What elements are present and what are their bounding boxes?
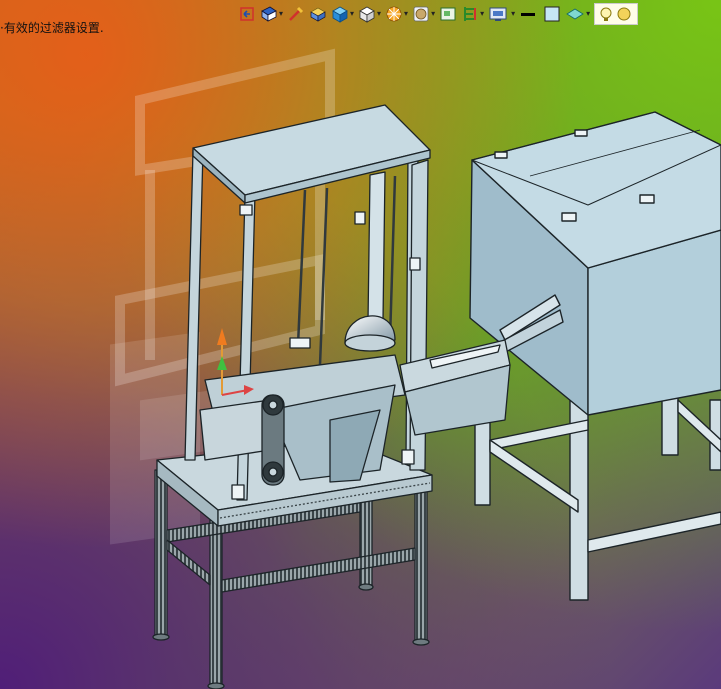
view-orientation-button[interactable]: ▾ bbox=[260, 3, 283, 25]
dynamic-annotation-icon bbox=[310, 7, 326, 22]
edge-color-icon bbox=[544, 6, 560, 22]
line-color-button[interactable] bbox=[519, 3, 539, 25]
shaded-plane-icon bbox=[566, 8, 584, 20]
display-manager-icon bbox=[489, 7, 507, 21]
apply-scene-icon bbox=[413, 6, 429, 22]
dynamic-annotation-button[interactable] bbox=[309, 3, 327, 25]
chevron-down-icon: ▾ bbox=[480, 9, 485, 18]
chevron-down-icon: ▾ bbox=[350, 9, 355, 18]
view-settings-button[interactable] bbox=[439, 3, 457, 25]
chevron-down-icon: ▾ bbox=[511, 9, 516, 18]
section-view-button[interactable] bbox=[287, 3, 305, 25]
chevron-down-icon: ▾ bbox=[586, 9, 591, 18]
chevron-down-icon: ▾ bbox=[404, 9, 409, 18]
display-style-button[interactable]: ▾ bbox=[331, 3, 354, 25]
status-message: ·有效的过滤器设置. bbox=[0, 21, 104, 35]
line-color-icon bbox=[521, 13, 536, 16]
frame-machine bbox=[152, 104, 511, 689]
lighting-icon bbox=[600, 7, 631, 21]
lighting-button[interactable] bbox=[594, 3, 639, 25]
view-settings-icon bbox=[440, 7, 456, 21]
toggle-display-icon bbox=[464, 7, 477, 21]
apply-scene-button[interactable]: ▾ bbox=[412, 3, 435, 25]
chevron-down-icon: ▾ bbox=[377, 9, 382, 18]
display-style-icon bbox=[332, 6, 348, 23]
toggle-display-button[interactable]: ▾ bbox=[461, 3, 484, 25]
shaded-plane-button[interactable]: ▾ bbox=[565, 3, 590, 25]
chevron-down-icon: ▾ bbox=[279, 9, 284, 18]
heads-up-view-toolbar: ▾ ▾ ▾ ▾ ▾ ▾ ▾ ▾ bbox=[238, 2, 642, 26]
previous-view-icon bbox=[240, 7, 254, 21]
hide-show-items-icon bbox=[359, 6, 375, 23]
chevron-down-icon: ▾ bbox=[431, 9, 436, 18]
previous-view-button[interactable] bbox=[238, 3, 256, 25]
view-orientation-icon bbox=[261, 6, 277, 22]
edit-appearance-button[interactable]: ▾ bbox=[385, 3, 408, 25]
assembly-model[interactable] bbox=[0, 0, 721, 689]
graphics-viewport[interactable]: ·有效的过滤器设置. ▾ ▾ ▾ ▾ ▾ ▾ ▾ ▾ bbox=[0, 0, 721, 689]
section-view-icon bbox=[289, 6, 304, 21]
edit-appearance-icon bbox=[386, 6, 402, 22]
hide-show-items-button[interactable]: ▾ bbox=[358, 3, 381, 25]
edge-color-button[interactable] bbox=[543, 3, 561, 25]
display-manager-button[interactable]: ▾ bbox=[488, 3, 515, 25]
